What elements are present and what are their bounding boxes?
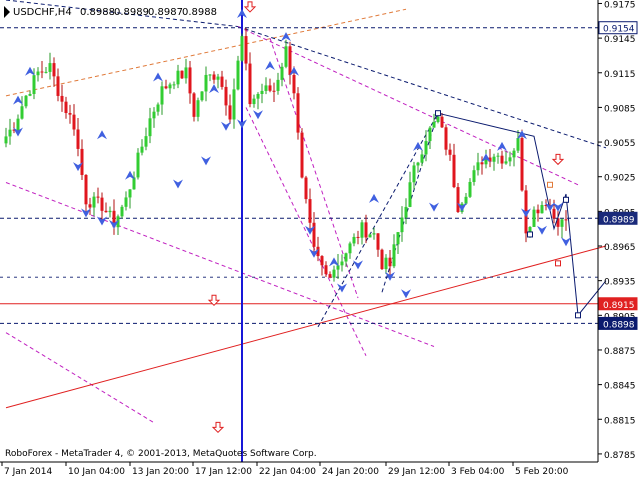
y-tick-label-13: 0.8785 — [604, 451, 636, 461]
price-chart: 0.9175 0.9145 0.9115 0.9085 0.9055 0.9025 0.89… — [0, 0, 640, 480]
y-tick-label-4: 0.9055 — [604, 139, 636, 149]
price-label-0: 0.9154 — [603, 25, 635, 35]
x-tick-label-7: 3 Feb 04:00 — [451, 467, 505, 477]
y-tick-label-2: 0.9115 — [604, 70, 636, 80]
header-close: 0.8988 — [182, 7, 217, 18]
header-low: 0.8987 — [148, 7, 183, 18]
watermark-text: RoboForex - MetaTrader 4, © 2001-2013, M… — [5, 449, 317, 459]
candle-44 — [180, 70, 184, 80]
candle-129 — [520, 129, 524, 192]
x-tick-label-8: 5 Feb 20:00 — [515, 467, 569, 477]
wave-point-box-2 — [547, 181, 553, 188]
price-label-1: 0.8989 — [603, 215, 635, 225]
x-tick-label-2: 13 Jan 20:00 — [132, 467, 189, 477]
wave-point-box-1 — [527, 231, 533, 238]
x-tick-label-6: 29 Jan 12:00 — [388, 467, 445, 477]
y-tick-label-3: 0.9085 — [604, 104, 636, 114]
x-tick-label-0: 7 Jan 2014 — [4, 467, 52, 477]
y-tick-label-12: 0.8815 — [604, 416, 636, 426]
candle-59 — [240, 33, 244, 63]
wave-point-box-0 — [435, 110, 441, 117]
candle-49 — [200, 91, 204, 102]
y-tick-label-11: 0.8845 — [604, 382, 636, 392]
chart-background — [0, 0, 640, 480]
price-label-2: 0.8915 — [603, 301, 635, 311]
x-tick-label-3: 17 Jan 12:00 — [195, 467, 252, 477]
y-tick-label-8: 0.8935 — [604, 278, 636, 288]
wave-point-box-5 — [575, 312, 581, 319]
candle-113 — [456, 183, 460, 213]
candle-73 — [296, 87, 300, 140]
y-tick-label-0: 0.9175 — [604, 0, 636, 10]
candle-58 — [236, 55, 240, 91]
wave-point-box-3 — [555, 260, 561, 267]
candle-33 — [136, 148, 140, 180]
x-tick-label-4: 22 Jan 04:00 — [259, 467, 316, 477]
header-high: 0.8989 — [114, 7, 149, 18]
y-tick-label-1: 0.9145 — [604, 35, 636, 45]
candle-74 — [300, 128, 304, 179]
chart-header: USDCHF,H4 0.8988 0.8989 0.8987 0.8988 — [4, 6, 217, 18]
price-label-3: 0.8898 — [603, 320, 635, 330]
candle-94 — [380, 248, 384, 271]
header-symbol: USDCHF,H4 — [13, 7, 72, 18]
x-tick-label-5: 24 Jan 20:00 — [322, 467, 379, 477]
y-tick-label-10: 0.8875 — [604, 347, 636, 357]
y-tick-label-7: 0.8965 — [604, 243, 636, 253]
header-open: 0.8988 — [80, 7, 115, 18]
wave-point-box-4 — [563, 196, 569, 203]
y-tick-label-5: 0.9025 — [604, 174, 636, 184]
x-tick-label-1: 10 Jan 04:00 — [68, 467, 125, 477]
